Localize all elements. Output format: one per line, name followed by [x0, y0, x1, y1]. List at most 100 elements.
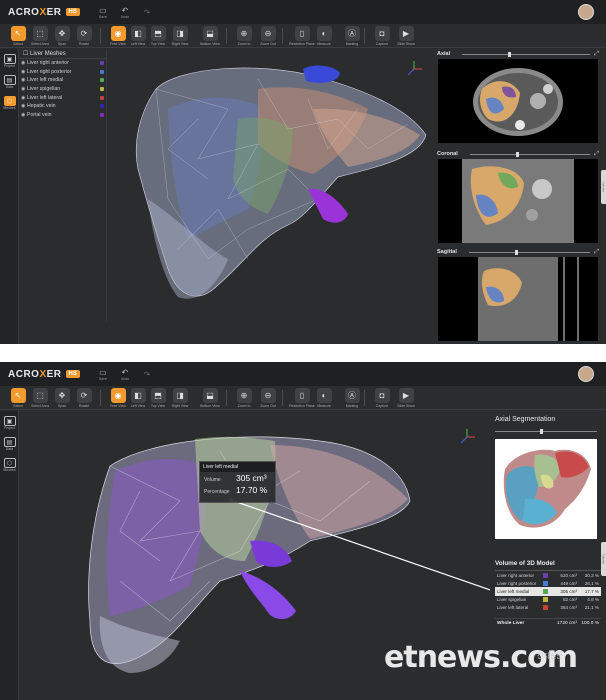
sidebar-item-meshes[interactable]: ⬡ Meshes [0, 458, 19, 474]
mesh-list-item[interactable]: ◉ Liver right anterior [19, 59, 106, 68]
tool-right-view-button[interactable]: ◨ Right View [168, 388, 192, 408]
mesh-color-swatch[interactable] [100, 95, 104, 100]
mesh-color-swatch[interactable] [100, 112, 104, 117]
avatar[interactable] [578, 366, 594, 382]
tool-slideshow-button[interactable]: ▶ Slide Show [394, 388, 418, 408]
mesh-list-item[interactable]: ◉ Hepatic vein [19, 102, 106, 111]
sidebar-item-meshes[interactable]: ⬡ Meshes [0, 96, 19, 112]
mesh-list-panel: ☐ Liver Meshes ◉ Liver right anterior ◉ Liv… [19, 49, 107, 321]
tool-resection-plane-button[interactable]: ▯ Resection Plane [289, 388, 315, 408]
save-button[interactable]: ▭ Save [96, 368, 110, 381]
coronal-slider[interactable] [469, 151, 591, 157]
tool-select-area-button[interactable]: ⬚ Select Area [28, 388, 52, 408]
tool-rotate-button[interactable]: ⟳ Rotate [72, 388, 96, 408]
sagittal-slider[interactable] [468, 249, 591, 255]
coronal-slice-view[interactable]: Coronal ⤢ [437, 149, 599, 248]
tool-zoom-out-button[interactable]: ⊖ Zoom Out [256, 388, 280, 408]
axial-segmentation-title: Axial Segmentation [495, 416, 556, 423]
expand-icon[interactable]: ⤢ [594, 51, 599, 58]
tooltip-title: Liver left medial [200, 462, 275, 472]
tool-label: Right View [171, 42, 189, 46]
top-view-icon: ⬒ [150, 26, 166, 41]
volume-dock-tab[interactable]: Volume [601, 170, 606, 204]
tool-label: Marking [345, 42, 359, 46]
tool-zoom-in-button[interactable]: ⊕ Zoom In [232, 388, 256, 408]
3d-viewport[interactable] [108, 49, 436, 342]
mesh-list-item[interactable]: ◉ Portal vein [19, 111, 106, 120]
portal-vein-mesh[interactable] [240, 571, 296, 620]
cursor-icon: ↖ [10, 26, 26, 41]
tool-cursor-button[interactable]: ↖ Select [6, 26, 30, 46]
toolbar-divider [100, 28, 101, 44]
volume-dock-tab[interactable]: Volume [601, 542, 606, 576]
sidebar-item-label: Data [5, 85, 14, 89]
tool-rotate-button[interactable]: ⟳ Rotate [72, 26, 96, 46]
hepatic-vein-mesh[interactable] [303, 65, 340, 83]
free-view-icon: ◉ [110, 388, 126, 403]
redo-button[interactable]: ↷ [140, 8, 154, 17]
save-button[interactable]: ▭ Save [96, 6, 110, 19]
tool-bottom-view-button[interactable]: ⬓ Bottom View [198, 26, 222, 46]
undo-button[interactable]: ↶ Undo [118, 6, 132, 19]
volume-row[interactable]: Liver spigelian 82 cm³ 4.8 % [495, 596, 601, 604]
tool-camera-button[interactable]: ◘ Capture [370, 26, 394, 46]
expand-icon[interactable]: ⤢ [594, 249, 599, 256]
segment-color-swatch [543, 597, 548, 603]
portal-vein-mesh[interactable] [308, 188, 348, 223]
volume-row[interactable]: Liver right anterior 520 cm³ 30.3 % [495, 571, 601, 579]
tool-marking-button[interactable]: Ⓐ Marking [340, 26, 364, 46]
axial-slice-view[interactable]: Axial ⤢ [437, 49, 599, 148]
mesh-list-item[interactable]: ◉ Liver left medial [19, 76, 106, 85]
bottom-view-icon: ⬓ [202, 388, 218, 403]
mesh-color-swatch[interactable] [100, 78, 104, 83]
volume-row[interactable]: Liver left lateral 364 cm³ 21.1 % [495, 604, 601, 612]
tool-measure-button[interactable]: ◐ Measure [312, 26, 336, 46]
sidebar-item-project[interactable]: ▣ Project [0, 416, 19, 432]
tool-measure-button[interactable]: ◐ Measure [312, 388, 336, 408]
tool-cursor-button[interactable]: ↖ Select [6, 388, 30, 408]
tool-top-view-button[interactable]: ⬒ Top View [146, 388, 170, 408]
mesh-color-swatch[interactable] [100, 69, 104, 74]
undo-button[interactable]: ↶ Undo [118, 368, 132, 381]
tool-right-view-button[interactable]: ◨ Right View [168, 26, 192, 46]
expand-icon[interactable]: ⤢ [594, 151, 599, 158]
mesh-list-item[interactable]: ◉ Liver spigelian [19, 85, 106, 94]
mesh-color-swatch[interactable] [100, 104, 104, 109]
axial-segmentation-slider[interactable] [495, 429, 597, 434]
tool-slideshow-button[interactable]: ▶ Slide Show [394, 26, 418, 46]
sidebar-item-project[interactable]: ▣ Project [0, 54, 19, 70]
volume-row[interactable]: Liver right posterior 449 cm³ 26.1 % [495, 579, 601, 587]
sidebar-item-data[interactable]: ▤ Data [0, 437, 19, 453]
liver-model[interactable] [135, 67, 427, 299]
sidebar-item-data[interactable]: ▤ Data [0, 75, 19, 91]
tool-camera-button[interactable]: ◘ Capture [370, 388, 394, 408]
toolbar-divider [282, 28, 283, 44]
mesh-label: Liver spigelian [27, 86, 61, 93]
toolbar-divider [226, 390, 227, 406]
mesh-color-swatch[interactable] [100, 61, 104, 66]
redo-button[interactable]: ↷ [140, 370, 154, 379]
tool-label: Resection Plane [289, 42, 315, 46]
tool-zoom-in-button[interactable]: ⊕ Zoom In [232, 26, 256, 46]
resection-plane-icon: ▯ [294, 388, 310, 403]
slideshow-icon: ▶ [398, 26, 414, 41]
tool-marking-button[interactable]: Ⓐ Marking [340, 388, 364, 408]
tool-select-area-button[interactable]: ⬚ Select Area [28, 26, 52, 46]
mesh-color-swatch[interactable] [100, 87, 104, 92]
volume-row[interactable]: Liver left medial 305 cm³ 17.7 % [495, 587, 601, 596]
tool-bottom-view-button[interactable]: ⬓ Bottom View [198, 388, 222, 408]
tool-resection-plane-button[interactable]: ▯ Resection Plane [289, 26, 315, 46]
tool-zoom-out-button[interactable]: ⊖ Zoom Out [256, 26, 280, 46]
tool-label: Marking [345, 404, 359, 408]
mesh-list-item[interactable]: ◉ Liver left lateral [19, 93, 106, 102]
tool-pan-button[interactable]: ✥ Span [50, 26, 74, 46]
mesh-list-item[interactable]: ◉ Liver right posterior [19, 68, 106, 77]
tool-label: Span [57, 42, 67, 46]
axial-slider[interactable] [462, 51, 591, 57]
free-view-icon: ◉ [110, 26, 126, 41]
tool-top-view-button[interactable]: ⬒ Top View [146, 26, 170, 46]
left-sidebar: ▣ Project ▤ Data ⬡ Meshes [0, 49, 19, 344]
sagittal-slice-view[interactable]: Sagittal ⤢ [437, 247, 599, 344]
avatar[interactable] [578, 4, 594, 20]
tool-pan-button[interactable]: ✥ Span [50, 388, 74, 408]
